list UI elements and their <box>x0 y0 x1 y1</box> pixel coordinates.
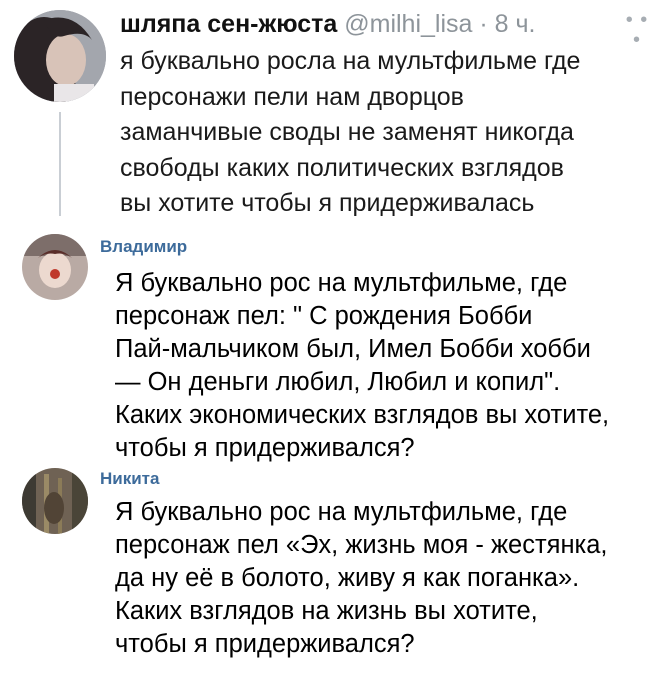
tweet-text-line: свободы каких политических взглядов <box>120 153 564 182</box>
comment-text-line: Каких взглядов на жизнь вы хотите, <box>115 597 538 625</box>
comment-text-line: да ну её в болото, живу я как поганка». <box>115 564 580 592</box>
commenter-avatar[interactable] <box>22 468 88 534</box>
tweet-text-line: персонажи пели нам дворцов <box>120 82 464 111</box>
tweet-text-line: я буквально росла на мультфильме где <box>120 47 581 75</box>
more-dots-icon[interactable]: • • • <box>622 10 652 50</box>
original-tweet: шляпа сен-жюста @milhi_lisa · 8 ч. • • •… <box>0 0 658 228</box>
avatar-photo <box>14 10 106 102</box>
tweet-author-avatar[interactable] <box>14 10 106 102</box>
comment-text-line: Пай-мальчиком был, Имел Бобби хобби <box>115 335 591 363</box>
thread-line <box>59 112 61 216</box>
comment-text: Я буквально рос на мультфильме, где перс… <box>115 267 655 465</box>
comment-text-line: — Он деньги любил, Любил и копил". <box>115 368 561 396</box>
tweet-author-name[interactable]: шляпа сен-жюста <box>120 10 337 38</box>
avatar-photo <box>22 468 88 534</box>
comment-text-line: персонаж пел «Эх, жизнь моя - жестянка, <box>115 531 608 559</box>
tweet-text-line: заманчивые своды не заменят никогда <box>120 118 574 146</box>
commenter-name[interactable]: Владимир <box>100 237 187 257</box>
comment-text: Я буквально рос на мультфильме, где перс… <box>115 496 655 661</box>
comment-text-line: чтобы я придерживался? <box>115 434 415 462</box>
commenter-avatar[interactable] <box>22 234 88 300</box>
tweet-text: я буквально росла на мультфильме где пер… <box>120 44 640 222</box>
comment-text-line: персонаж пел: " С рождения Бобби <box>115 302 533 330</box>
comment-item: Владимир Я буквально рос на мультфильме,… <box>0 228 658 462</box>
commenter-name[interactable]: Никита <box>100 469 159 489</box>
comment-text-line: Каких экономических взглядов вы хотите, <box>115 401 610 429</box>
separator-dot: · <box>479 10 488 38</box>
tweet-author-handle[interactable]: @milhi_lisa <box>344 10 472 38</box>
comment-item: Никита Я буквально рос на мультфильме, г… <box>0 466 658 691</box>
comment-text-line: чтобы я придерживался? <box>115 630 415 658</box>
comment-text-line: Я буквально рос на мультфильме, где <box>115 269 568 297</box>
comment-text-line: Я буквально рос на мультфильме, где <box>115 498 568 526</box>
tweet-timestamp[interactable]: 8 ч. <box>495 10 536 38</box>
tweet-text-line: вы хотите чтобы я придерживалась <box>120 189 535 217</box>
avatar-photo <box>22 234 88 300</box>
tweet-header: шляпа сен-жюста @milhi_lisa · 8 ч. <box>120 6 650 42</box>
